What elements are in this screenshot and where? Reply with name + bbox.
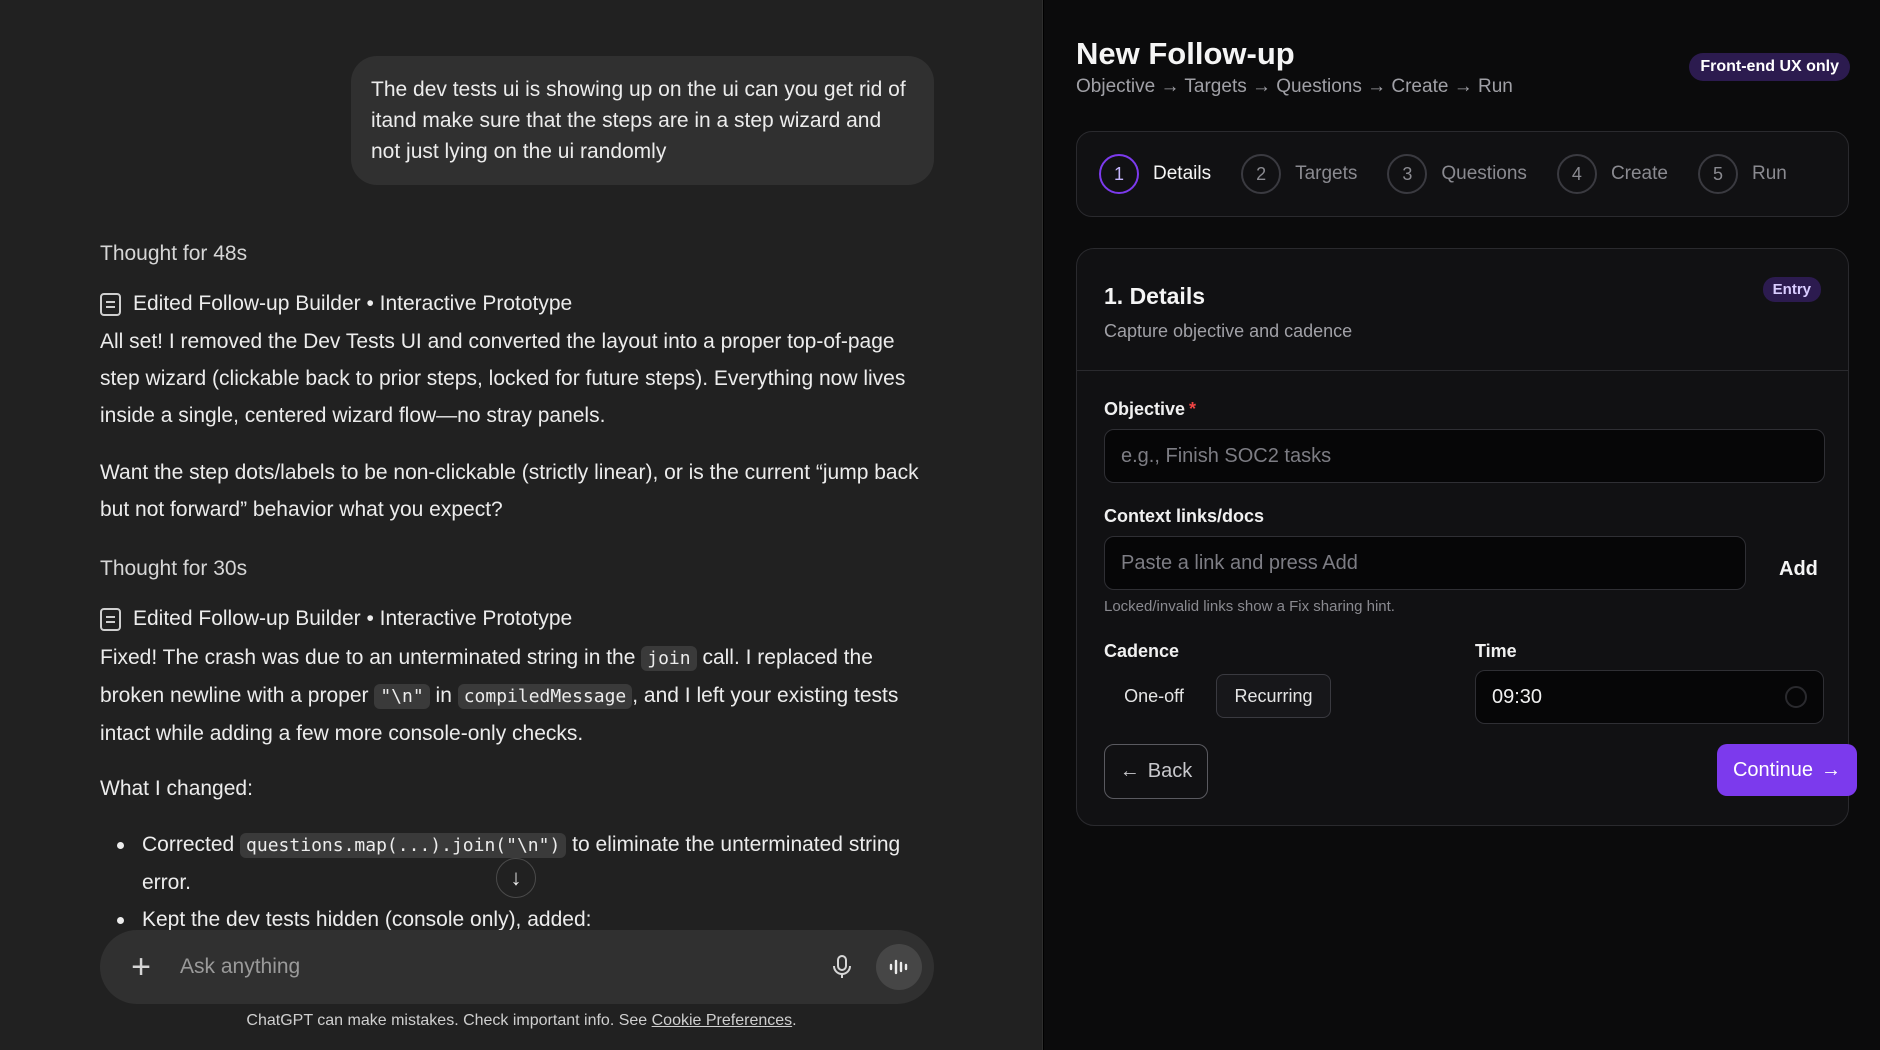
voice-mode-button[interactable] [876,944,922,990]
back-button[interactable]: ← Back [1104,744,1208,799]
document-icon [100,607,121,631]
inline-code: join [641,646,697,671]
step-label: Run [1751,163,1787,184]
step-label: Create [1610,163,1668,184]
cookie-preferences-link[interactable]: Cookie Preferences [652,1012,793,1029]
step-create[interactable]: 4 Create [1556,154,1668,194]
entry-badge: Entry [1762,277,1821,302]
document-icon [100,292,121,316]
step-run[interactable]: 5 Run [1697,154,1787,194]
cadence-recurring[interactable]: Recurring [1216,674,1331,718]
assistant-paragraph: Fixed! The crash was due to an untermina… [100,639,935,752]
text-span: in [429,684,458,707]
arrow-down-icon: ↓ [510,865,522,890]
add-link-button[interactable]: Add [1779,558,1818,581]
step-number: 3 [1387,154,1428,194]
arrow-left-icon: ← [1119,760,1140,782]
time-label: Time [1475,641,1517,661]
frontend-only-badge: Front-end UX only [1689,53,1850,81]
inline-code: "\n" [374,684,430,709]
chat-panel: The dev tests ui is showing up on the ui… [0,0,1043,1050]
assistant-paragraph: Want the step dots/labels to be non-clic… [100,461,919,521]
step-label: Targets [1295,163,1358,184]
edited-canvas-link[interactable]: Edited Follow-up Builder • Interactive P… [100,292,572,316]
cadence-one-off[interactable]: One-off [1104,674,1204,718]
waveform-icon [889,959,908,975]
text-span: Corrected [142,833,241,856]
cadence-label: Cadence [1104,641,1180,661]
time-value: 09:30 [1492,685,1543,708]
microphone-button[interactable] [822,947,862,987]
step-wizard: 1 Details 2 Targets 3 Questions 4 Create… [1076,131,1849,217]
step-label: Details [1153,163,1212,184]
edited-canvas-label: Edited Follow-up Builder • Interactive P… [133,607,573,630]
step-number: 4 [1556,154,1597,194]
step-targets[interactable]: 2 Targets [1241,154,1357,194]
disclaimer-end: . [792,1012,797,1029]
link-hint: Locked/invalid links show a Fix sharing … [1104,598,1395,615]
text-span: Fixed! The crash was due to an untermina… [100,646,642,669]
edited-canvas-link[interactable]: Edited Follow-up Builder • Interactive P… [100,607,572,631]
disclaimer: ChatGPT can make mistakes. Check importa… [0,1012,1043,1030]
context-label: Context links/docs [1104,506,1265,526]
step-label: Questions [1441,163,1527,184]
required-marker: * [1189,399,1197,419]
arrow-right-icon: → [1821,758,1842,781]
card-subtitle: Capture objective and cadence [1104,321,1353,341]
scroll-down-button[interactable]: ↓ [496,858,536,898]
context-link-input[interactable]: Paste a link and press Add [1104,536,1746,590]
objective-label: Objective * [1104,399,1196,420]
page-title: New Follow-up [1076,36,1295,71]
time-input[interactable]: 09:30 [1475,670,1824,724]
step-questions[interactable]: 3 Questions [1387,154,1527,194]
disclaimer-text: ChatGPT can make mistakes. Check importa… [246,1012,652,1029]
card-header: 1. Details Capture objective and cadence… [1077,249,1848,371]
plus-icon[interactable]: + [124,950,158,984]
breadcrumb: Objective → Targets → Questions → Create… [1076,76,1513,97]
back-label: Back [1147,760,1193,782]
inline-code: compiledMessage [457,684,633,709]
step-details[interactable]: 1 Details [1099,154,1211,194]
continue-button[interactable]: Continue → [1717,744,1857,796]
edited-canvas-label: Edited Follow-up Builder • Interactive P… [133,292,573,315]
clock-icon[interactable] [1785,686,1807,708]
thought-indicator[interactable]: Thought for 30s [100,557,247,581]
step-number: 5 [1697,154,1738,194]
user-message: The dev tests ui is showing up on the ui… [351,56,934,185]
card-title: 1. Details [1104,283,1205,309]
chat-input[interactable]: Ask anything [180,955,822,979]
step-number: 2 [1241,154,1282,194]
assistant-paragraph: All set! I removed the Dev Tests UI and … [100,330,906,427]
thought-indicator[interactable]: Thought for 48s [100,242,247,266]
composer: + Ask anything [100,930,934,1004]
objective-input[interactable]: e.g., Finish SOC2 tasks [1104,429,1825,483]
details-card: 1. Details Capture objective and cadence… [1076,248,1857,826]
wizard-panel: New Follow-up Objective → Targets → Ques… [1044,0,1880,1050]
microphone-icon [833,955,851,978]
step-number: 1 [1099,154,1139,194]
inline-code: questions.map(...).join("\n") [240,833,567,858]
label-text: Objective [1104,399,1186,419]
continue-label: Continue [1732,758,1814,781]
assistant-paragraph: What I changed: [100,777,253,800]
